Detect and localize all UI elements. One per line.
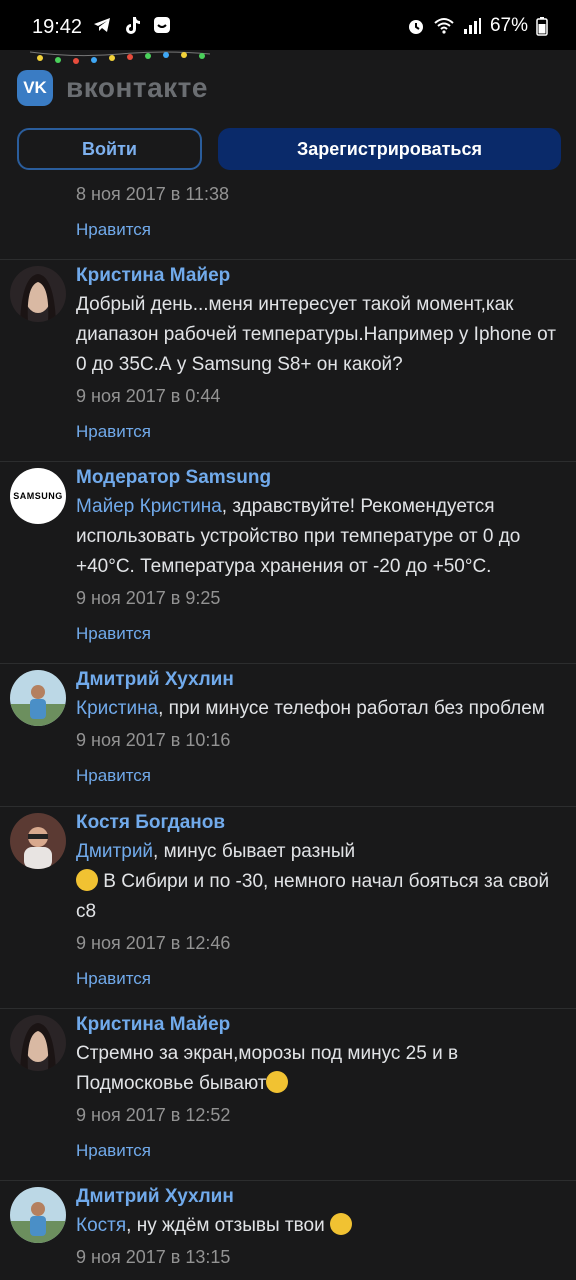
like-link[interactable]: Нравится <box>76 967 151 991</box>
alarm-icon <box>408 20 423 34</box>
telegram-icon <box>94 18 110 32</box>
like-link[interactable]: Нравится <box>76 420 151 444</box>
comment-text: Стремно за экран,морозы под минус 25 и в… <box>76 1043 459 1094</box>
comment-author[interactable]: Кристина Майер <box>76 264 566 288</box>
avatar[interactable] <box>10 1015 66 1071</box>
battery-percent: 67% <box>489 15 528 36</box>
comment-item: Дмитрий Хухлин Костя, ну ждём отзывы тво… <box>0 1181 576 1280</box>
comment-date: 9 ноя 2017 в 13:15 <box>76 1247 231 1267</box>
samsung-logo: SAMSUNG <box>13 491 63 501</box>
comment-date: 9 ноя 2017 в 12:52 <box>76 1105 231 1125</box>
tiktok-icon <box>126 17 140 34</box>
comment-date: 8 ноя 2017 в 11:38 <box>76 184 230 204</box>
comment-text: Костя, ну ждём отзывы твои <box>76 1211 566 1241</box>
battery-icon <box>536 17 548 36</box>
comment-text: Кристина, при минусе телефон работал без… <box>76 698 545 719</box>
status-time: 19:42 <box>32 16 83 38</box>
mention-link[interactable]: Майер Кристина <box>76 496 222 517</box>
comment-text: Майер Кристина, здравствуйте! Рекомендуе… <box>76 496 521 577</box>
avatar[interactable] <box>10 670 66 726</box>
status-bar: 19:42 67% <box>0 0 576 50</box>
mention-link[interactable]: Дмитрий <box>76 841 153 862</box>
comment-item: Дмитрий Хухлин Кристина, при минусе теле… <box>0 664 576 807</box>
brand-name: вконтакте <box>66 72 208 103</box>
comment-item: Кристина Майер Добрый день...меня интере… <box>0 260 576 462</box>
comment-author[interactable]: Костя Богданов <box>76 811 566 835</box>
like-link[interactable]: Нравится <box>76 1139 151 1163</box>
comment-author[interactable]: Модератор Samsung <box>76 466 566 490</box>
comment-text: Добрый день...меня интересует такой моме… <box>76 294 556 375</box>
avatar[interactable]: SAMSUNG <box>10 468 66 524</box>
comment-date: 9 ноя 2017 в 9:25 <box>76 588 221 608</box>
grinning-emoji-icon <box>76 869 98 891</box>
wifi-icon <box>434 18 454 34</box>
wink-emoji-icon <box>329 1213 352 1235</box>
avatar[interactable] <box>10 266 66 322</box>
comment-date: 9 ноя 2017 в 0:44 <box>76 386 221 406</box>
mention-link[interactable]: Костя <box>76 1215 126 1236</box>
comment-text: Дмитрий, минус бывает разный В Сибири и … <box>76 841 550 922</box>
comment-item: Костя Богданов Дмитрий, минус бывает раз… <box>0 807 576 1009</box>
avatar[interactable] <box>10 1187 66 1243</box>
comment-author[interactable]: Кристина Майер <box>76 1013 566 1037</box>
vk-logo-icon: VK <box>17 70 53 106</box>
app-notification-icon <box>154 17 170 33</box>
login-button[interactable]: Войти <box>17 128 202 170</box>
signal-icon <box>463 18 481 34</box>
comment-item: SAMSUNG Модератор Samsung Майер Кристина… <box>0 462 576 664</box>
comments-feed: 8 ноя 2017 в 11:38 Нравится Кристина Май… <box>0 180 576 1280</box>
comment-date: 9 ноя 2017 в 12:46 <box>76 933 231 953</box>
confused-emoji-icon <box>266 1071 289 1093</box>
comment-date: 9 ноя 2017 в 10:16 <box>76 730 231 750</box>
comment-author[interactable]: Дмитрий Хухлин <box>76 668 566 692</box>
garland-decoration <box>30 51 210 64</box>
comment-item: Кристина Майер Стремно за экран,морозы п… <box>0 1009 576 1181</box>
like-link[interactable]: Нравится <box>76 218 151 242</box>
comment-author[interactable]: Дмитрий Хухлин <box>76 1185 566 1209</box>
comment-item: 8 ноя 2017 в 11:38 Нравится <box>0 180 576 260</box>
register-button[interactable]: Зарегистрироваться <box>218 128 561 170</box>
like-link[interactable]: Нравится <box>76 764 151 788</box>
like-link[interactable]: Нравится <box>76 622 151 646</box>
avatar[interactable] <box>10 813 66 869</box>
mention-link[interactable]: Кристина <box>76 698 158 719</box>
